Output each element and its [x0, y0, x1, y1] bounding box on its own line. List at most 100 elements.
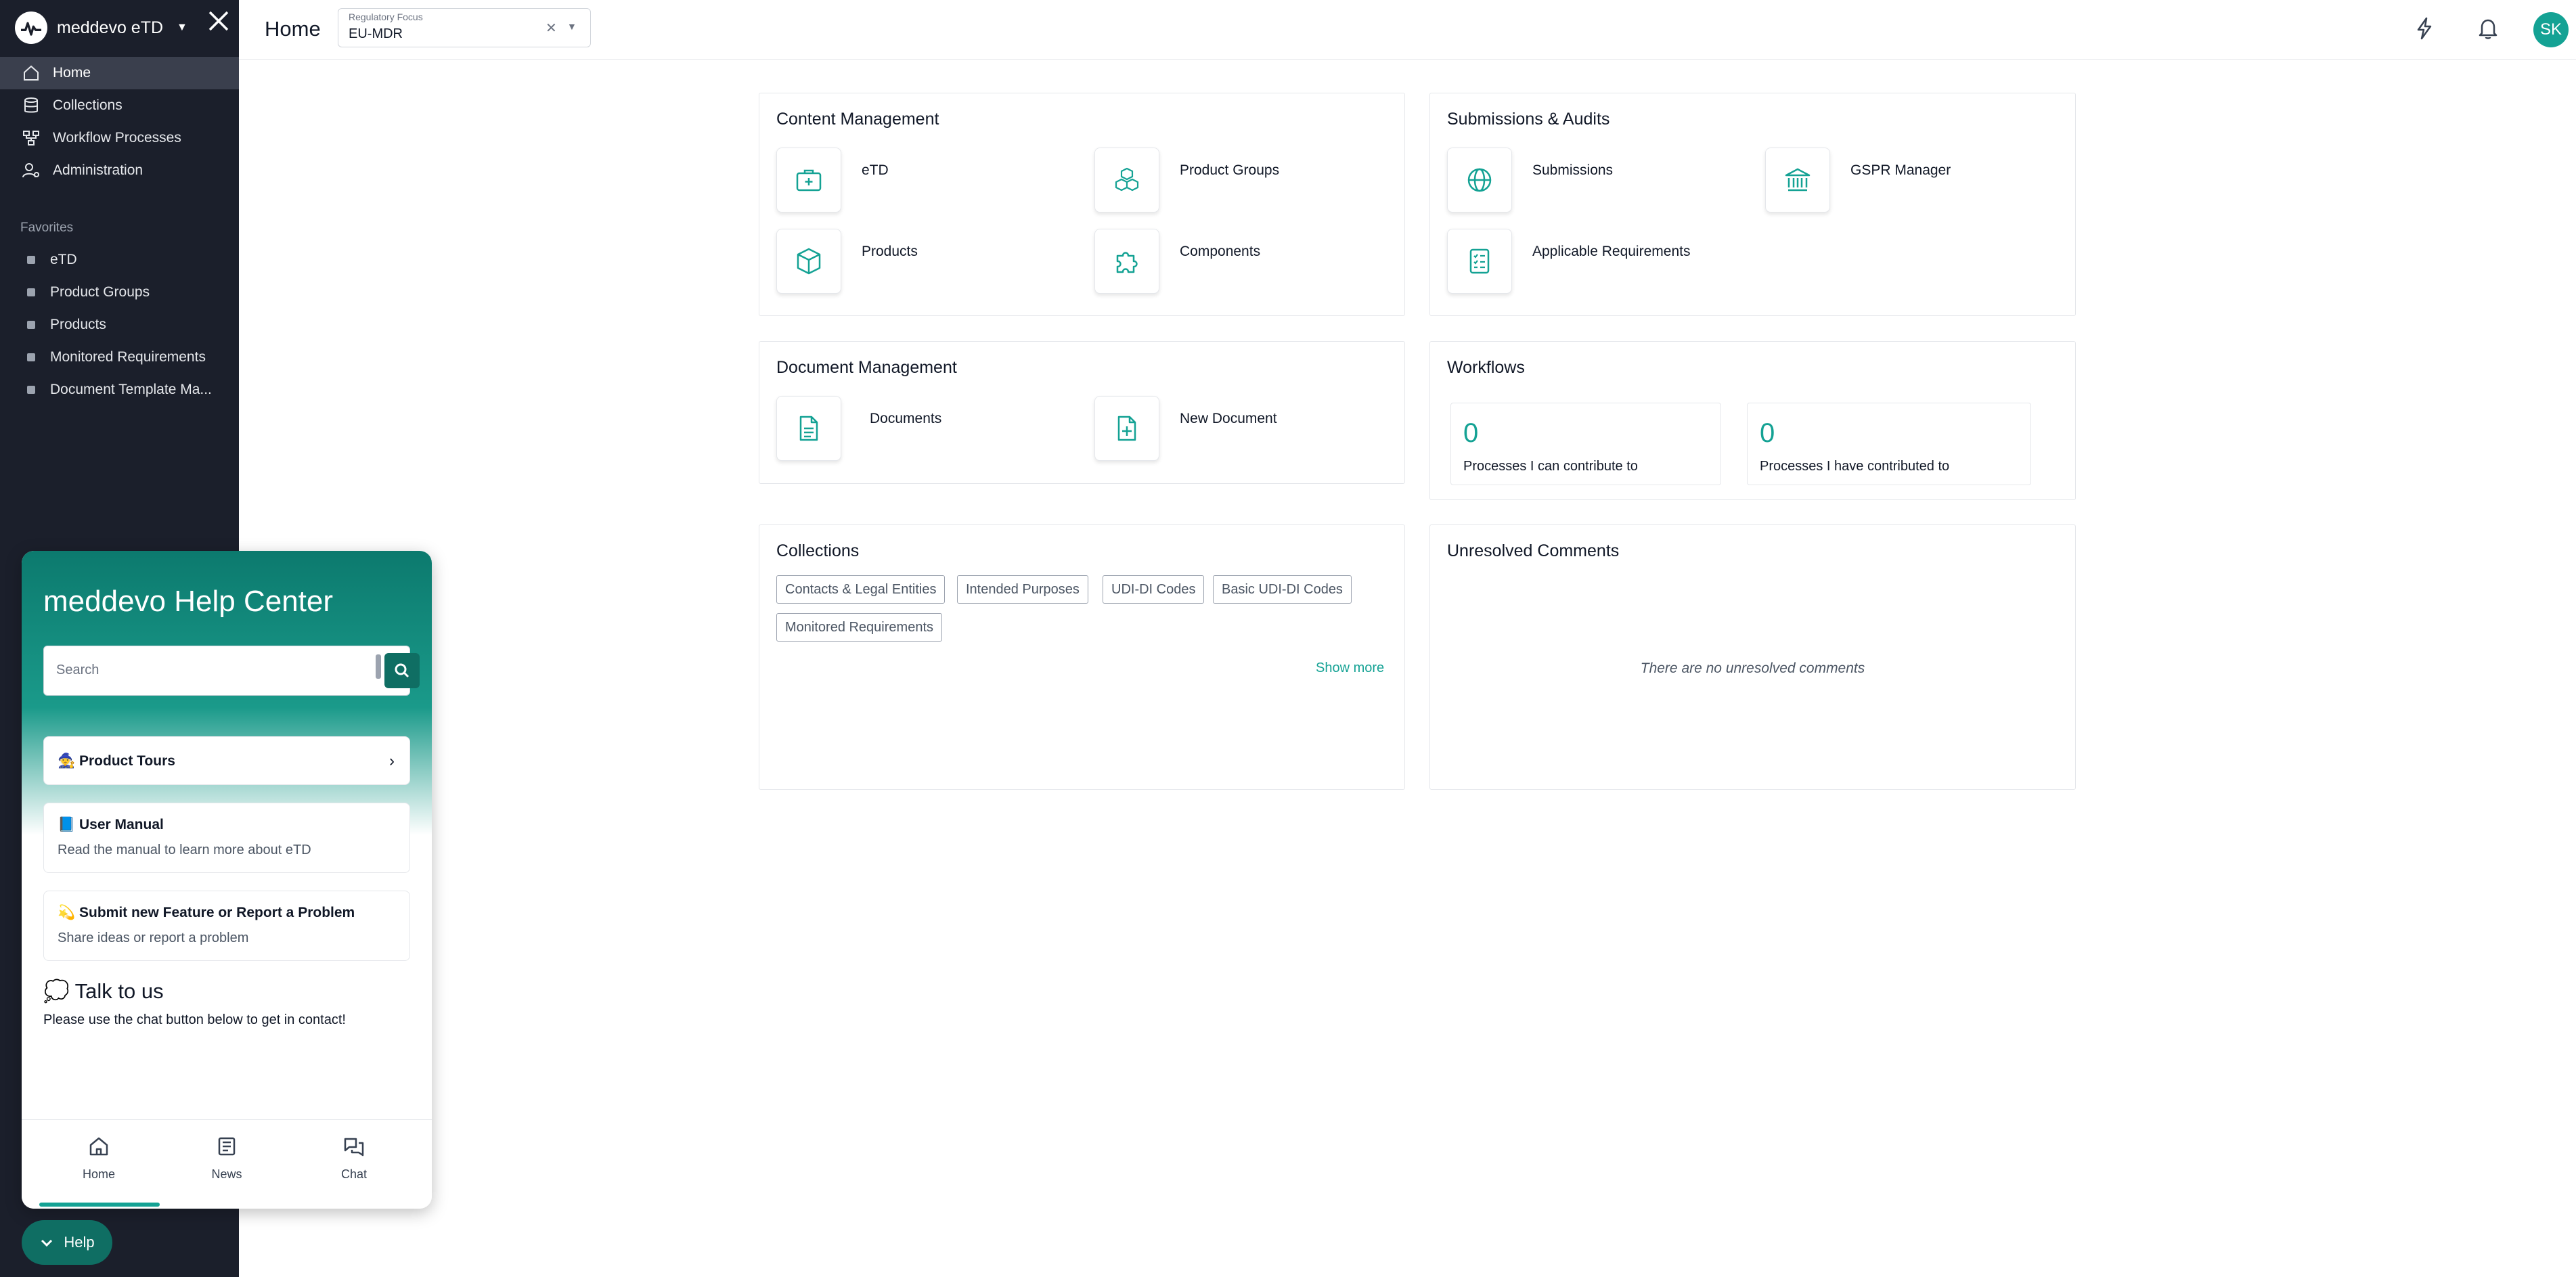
help-toggle-label: Help	[64, 1234, 95, 1251]
database-icon	[24, 97, 38, 113]
collection-chip[interactable]: Monitored Requirements	[776, 613, 942, 642]
nav-item-workflow-processes[interactable]: Workflow Processes	[0, 122, 239, 154]
stat-contributed-to[interactable]: 0 Processes I have contributed to	[1747, 403, 2031, 485]
talk-to-us-text: Please use the chat button below to get …	[43, 1012, 346, 1027]
user-manual-title: 📘 User Manual	[58, 817, 164, 832]
help-toggle-button[interactable]: Help	[22, 1220, 112, 1265]
meddevo-logo-icon	[15, 12, 47, 44]
search-placeholder: Search	[56, 663, 99, 677]
user-gear-icon	[22, 163, 39, 178]
tile-label: GSPR Manager	[1850, 162, 1951, 178]
feature-request-title: 💫 Submit new Feature or Report a Problem	[58, 905, 355, 920]
help-nav-news[interactable]: News	[186, 1135, 267, 1182]
show-more-link[interactable]: Show more	[1316, 660, 1384, 676]
product-tours-item[interactable]: 🧙 Product Tours ›	[43, 736, 410, 785]
bullet-icon	[27, 288, 35, 296]
tile-documents[interactable]: Documents	[776, 396, 941, 461]
nav-item-home[interactable]: Home	[0, 57, 239, 89]
tile-label: Applicable Requirements	[1532, 244, 1691, 259]
tile-submissions[interactable]: Submissions	[1447, 148, 1613, 212]
feature-request-item[interactable]: 💫 Submit new Feature or Report a Problem…	[43, 891, 410, 961]
nav-item-administration[interactable]: Administration	[0, 154, 239, 187]
bell-icon[interactable]	[2474, 15, 2502, 42]
nav-label: Collections	[53, 97, 123, 113]
user-manual-item[interactable]: 📘 User Manual Read the manual to learn m…	[43, 803, 410, 873]
chevron-down-icon	[41, 1239, 53, 1247]
user-avatar[interactable]: SK	[2533, 12, 2569, 47]
stat-contribute-to[interactable]: 0 Processes I can contribute to	[1450, 403, 1721, 485]
news-icon	[218, 1137, 236, 1156]
favorites-list: eTD Product Groups Products Monitored Re…	[0, 244, 239, 406]
help-nav-home[interactable]: Home	[58, 1135, 139, 1182]
boxes-icon	[1094, 148, 1159, 212]
tile-components[interactable]: Components	[1094, 229, 1260, 294]
card-title: Unresolved Comments	[1447, 541, 1620, 560]
caret-down-icon: ▼	[177, 22, 187, 33]
collection-chip[interactable]: Intended Purposes	[957, 575, 1088, 604]
institution-icon	[1765, 148, 1830, 212]
card-title: Collections	[776, 541, 860, 560]
box-icon	[776, 229, 841, 294]
collection-chip[interactable]: UDI-DI Codes	[1103, 575, 1205, 604]
favorite-item[interactable]: Product Groups	[0, 276, 239, 309]
help-nav-chat[interactable]: Chat	[313, 1135, 395, 1182]
clear-icon[interactable]: ✕	[546, 20, 557, 37]
collection-chip[interactable]: Contacts & Legal Entities	[776, 575, 946, 604]
bullet-icon	[27, 256, 35, 264]
bullet-icon	[27, 353, 35, 361]
tile-etd[interactable]: eTD	[776, 148, 889, 212]
card-title: Document Management	[776, 358, 957, 377]
help-title: meddevo Help Center	[43, 585, 334, 618]
collections-card: Collections Contacts & Legal Entities In…	[759, 524, 1405, 790]
lightning-icon[interactable]	[2411, 15, 2438, 42]
tile-label: Components	[1180, 244, 1261, 259]
caret-down-icon[interactable]: ▼	[567, 21, 577, 32]
content-management-card: Content Management eTD Product Groups Pr…	[759, 93, 1405, 316]
close-sidebar-icon[interactable]	[206, 8, 231, 34]
nav-item-collections[interactable]: Collections	[0, 89, 239, 122]
favorite-label: eTD	[50, 252, 77, 267]
favorite-item[interactable]: Monitored Requirements	[0, 341, 239, 374]
tile-applicable-requirements[interactable]: Applicable Requirements	[1447, 229, 1690, 294]
workflow-icon	[23, 131, 39, 145]
checklist-icon	[1447, 229, 1512, 294]
tile-product-groups[interactable]: Product Groups	[1094, 148, 1279, 212]
app-name: meddevo eTD	[57, 18, 164, 37]
document-management-card: Document Management Documents New Docume…	[759, 341, 1405, 484]
scrollbar	[376, 654, 381, 679]
puzzle-icon	[1094, 229, 1159, 294]
help-nav-label: News	[211, 1167, 242, 1181]
page-title: Home	[265, 17, 321, 41]
help-nav: Home News Chat	[22, 1119, 432, 1209]
tile-gspr-manager[interactable]: GSPR Manager	[1765, 148, 1951, 212]
favorite-item[interactable]: eTD	[0, 244, 239, 276]
help-center-panel: meddevo Help Center Search 🧙 Product Tou…	[22, 551, 432, 1209]
help-search-input[interactable]: Search	[43, 646, 420, 696]
app-switcher[interactable]: meddevo eTD ▼	[15, 7, 187, 49]
unresolved-comments-card: Unresolved Comments There are no unresol…	[1429, 524, 2076, 790]
document-icon	[776, 396, 841, 461]
tile-label: Documents	[870, 411, 942, 426]
regulatory-focus-label: Regulatory Focus	[349, 12, 423, 22]
search-button[interactable]	[384, 653, 420, 688]
chat-icon	[344, 1138, 364, 1157]
collection-chip[interactable]: Basic UDI-DI Codes	[1213, 575, 1352, 604]
main-nav: Home Collections Workflow Processes Admi…	[0, 57, 239, 187]
tile-new-document[interactable]: New Document	[1094, 396, 1277, 461]
stat-label: Processes I can contribute to	[1463, 459, 1638, 474]
nav-label: Workflow Processes	[53, 130, 181, 145]
stat-label: Processes I have contributed to	[1760, 459, 1950, 474]
medical-case-icon	[776, 148, 841, 212]
regulatory-focus-value: EU-MDR	[349, 26, 403, 41]
nav-label: Home	[53, 65, 91, 81]
favorite-item[interactable]: Products	[0, 309, 239, 341]
card-title: Submissions & Audits	[1447, 110, 1610, 129]
tile-label: New Document	[1180, 411, 1277, 426]
stat-value: 0	[1463, 418, 1479, 448]
favorite-item[interactable]: Document Template Ma...	[0, 374, 239, 406]
regulatory-focus-select[interactable]: Regulatory Focus EU-MDR ✕ ▼	[338, 8, 591, 47]
home-icon	[89, 1137, 108, 1156]
bullet-icon	[27, 321, 35, 329]
help-nav-label: Chat	[340, 1167, 368, 1181]
tile-products[interactable]: Products	[776, 229, 918, 294]
